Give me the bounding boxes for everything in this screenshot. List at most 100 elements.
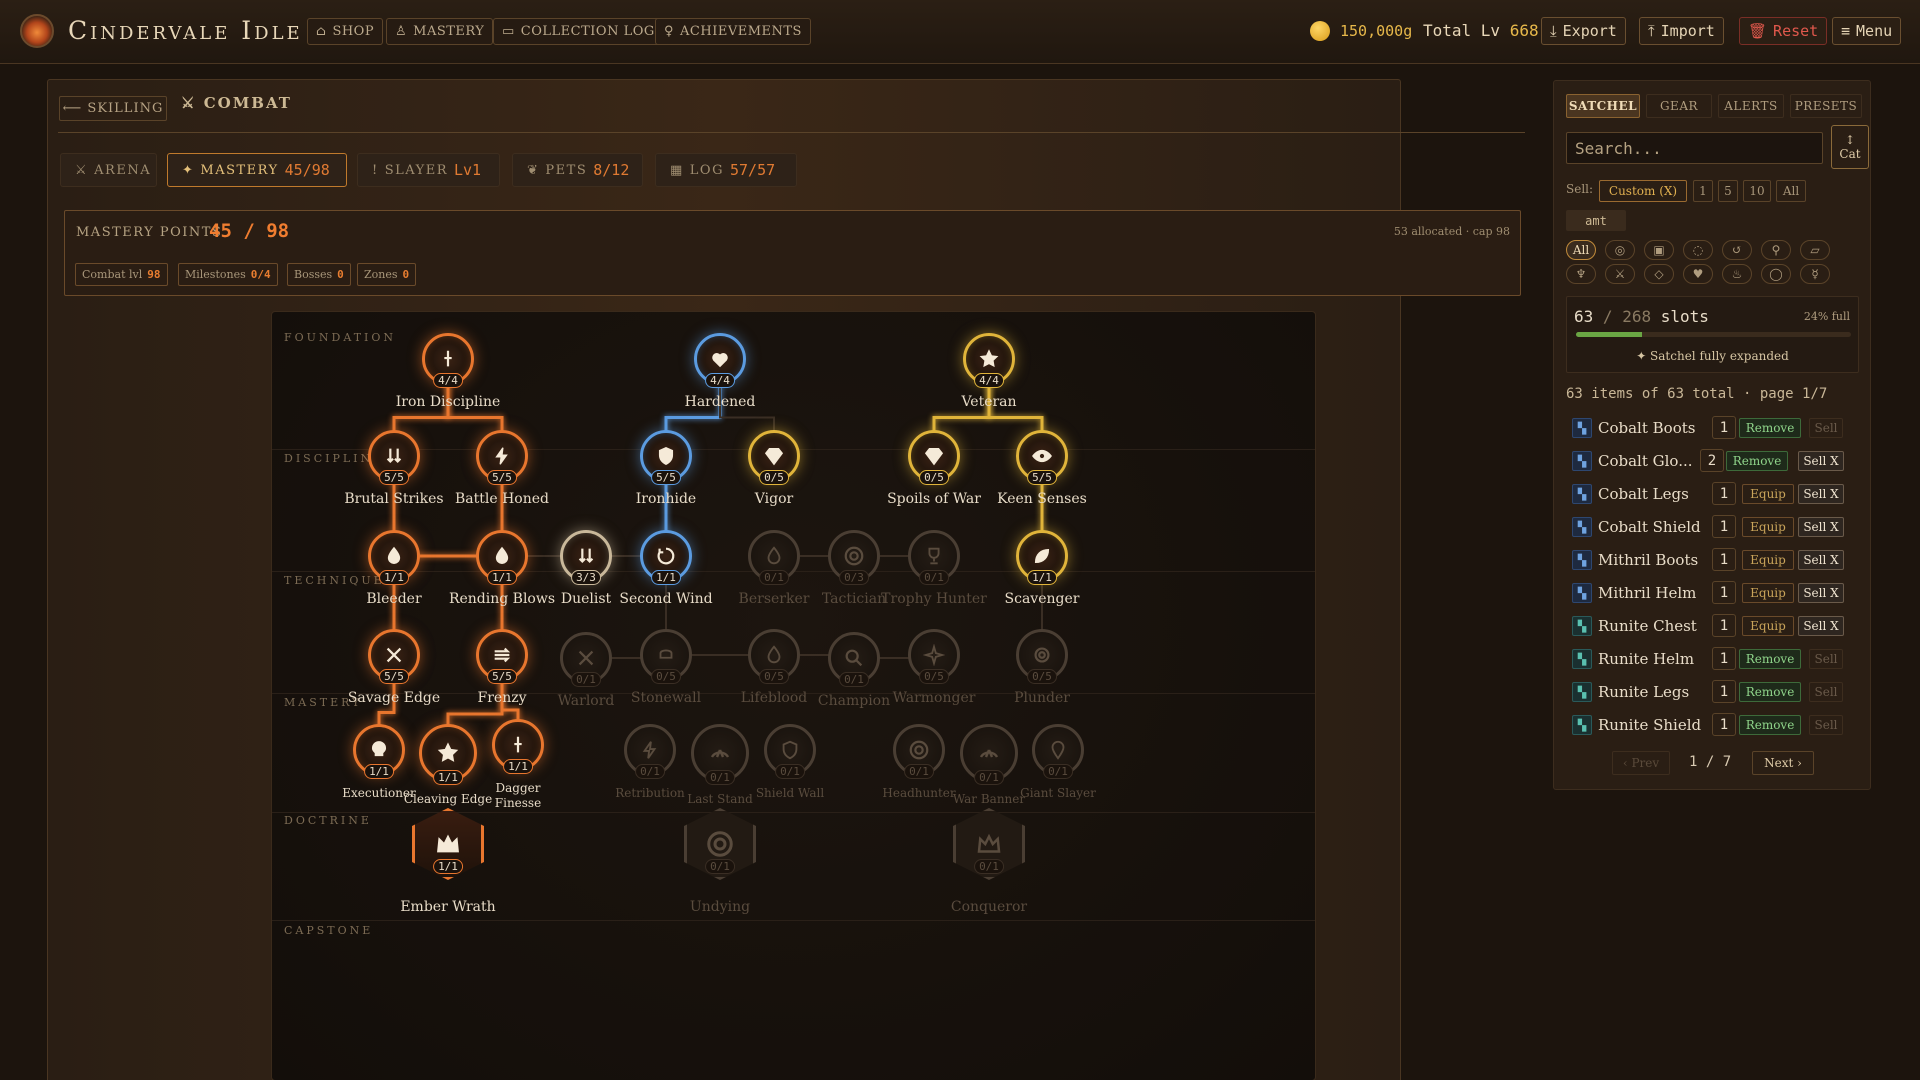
sell-all-button[interactable]: All <box>1776 180 1806 202</box>
skill-node-battle-honed[interactable]: 5/5 <box>476 430 528 485</box>
export-button[interactable]: ⤓ Export <box>1541 17 1626 45</box>
skill-node-hardened[interactable]: 4/4 <box>694 333 746 388</box>
amount-input[interactable]: amt <box>1566 210 1626 231</box>
filter-all-button[interactable]: All <box>1566 240 1596 260</box>
skill-node-dagger-finesse[interactable]: 1/1 <box>492 719 544 774</box>
skill-node-executioner[interactable]: 1/1 <box>353 724 405 779</box>
skill-node-rending-blows[interactable]: 1/1 <box>476 530 528 585</box>
filter-orb-icon[interactable]: ◌ <box>1683 240 1713 260</box>
skill-node-vigor[interactable]: 0/5 <box>748 430 800 485</box>
filter-fire-icon[interactable]: ♨ <box>1722 264 1752 284</box>
equip-item-button[interactable]: Equip <box>1742 550 1794 570</box>
skill-node-warmonger[interactable]: 0/5 <box>908 629 960 684</box>
sell-button[interactable]: Sell <box>1809 649 1843 669</box>
filter-scroll-icon[interactable]: ▱ <box>1800 240 1830 260</box>
sell-x-button[interactable]: Sell X <box>1798 484 1844 504</box>
filter-cycle-icon[interactable]: ↺ <box>1722 240 1752 260</box>
equip-item-button[interactable]: Equip <box>1742 517 1794 537</box>
filter-ring-icon[interactable]: ◎ <box>1605 240 1635 260</box>
skill-node-last-stand[interactable]: 0/1 <box>691 724 749 785</box>
remove-item-button[interactable]: Remove <box>1739 715 1801 735</box>
skill-node-ironhide[interactable]: 5/5 <box>640 430 692 485</box>
nav-collection-log-button[interactable]: ▭ COLLECTION LOG <box>493 18 664 45</box>
tab-alerts[interactable]: ALERTS <box>1718 94 1784 118</box>
skill-node-spoils-of-war[interactable]: 0/5 <box>908 430 960 485</box>
filter-weapon-icon[interactable]: ⚔ <box>1605 264 1635 284</box>
sell-x-button[interactable]: Sell X <box>1798 550 1844 570</box>
equip-item-button[interactable]: Equip <box>1742 616 1794 636</box>
remove-item-button[interactable]: Remove <box>1739 682 1801 702</box>
tab-gear[interactable]: GEAR <box>1646 94 1712 118</box>
menu-button[interactable]: ≡ Menu <box>1832 17 1902 45</box>
skill-node-savage-edge[interactable]: 5/5 <box>368 629 420 684</box>
prev-page-button[interactable]: ‹ Prev <box>1612 751 1670 775</box>
tab-arena[interactable]: ⚔ ARENA <box>60 153 157 187</box>
sell-1-button[interactable]: 1 <box>1693 180 1713 202</box>
satchel-search-input[interactable] <box>1566 132 1823 164</box>
filter-bag-icon[interactable]: ◯ <box>1761 264 1791 284</box>
skill-node-stonewall[interactable]: 0/5 <box>640 629 692 684</box>
skill-node-frenzy[interactable]: 5/5 <box>476 629 528 684</box>
skill-node-veteran[interactable]: 4/4 <box>963 333 1015 388</box>
import-button[interactable]: ⤒ Import <box>1639 17 1724 45</box>
skill-node-tactician[interactable]: 0/3 <box>828 530 880 585</box>
skill-node-cleaving-edge[interactable]: 1/1 <box>419 724 477 785</box>
skill-node-trophy-hunter[interactable]: 0/1 <box>908 530 960 585</box>
filter-heart-icon[interactable]: ♥ <box>1683 264 1713 284</box>
tab-satchel[interactable]: SATCHEL <box>1566 94 1640 118</box>
tab-pets[interactable]: ❦ PETS 8/12 <box>512 153 643 187</box>
skill-node-giant-slayer[interactable]: 0/1 <box>1032 724 1084 779</box>
skill-node-iron-discipline[interactable]: 4/4 <box>422 333 474 388</box>
skill-node-count: 1/1 <box>1027 570 1057 585</box>
sell-button[interactable]: Sell <box>1809 682 1843 702</box>
nav-mastery-button[interactable]: ♙ MASTERY <box>386 18 494 45</box>
tab-log[interactable]: ▦ LOG 57/57 <box>655 153 797 187</box>
sell-x-button[interactable]: Sell X <box>1798 451 1844 471</box>
category-sort-button[interactable]: ↕ Cat <box>1831 125 1869 169</box>
remove-item-button[interactable]: Remove <box>1739 649 1801 669</box>
filter-herb-icon[interactable]: ♆ <box>1566 264 1596 284</box>
sell-x-button[interactable]: Sell X <box>1798 517 1844 537</box>
nav-shop-button[interactable]: ⌂ SHOP <box>307 18 384 45</box>
sell-10-button[interactable]: 10 <box>1743 180 1771 202</box>
skill-node-plunder[interactable]: 0/5 <box>1016 629 1068 684</box>
remove-item-button[interactable]: Remove <box>1739 418 1801 438</box>
back-to-skilling-button[interactable]: ⟵ SKILLING <box>59 96 167 121</box>
skill-node-champion[interactable]: 0/1 <box>828 632 880 687</box>
filter-potion-icon[interactable]: ☿ <box>1800 264 1830 284</box>
sell-x-button[interactable]: Sell X <box>1798 583 1844 603</box>
skill-node-retribution[interactable]: 0/1 <box>624 724 676 779</box>
skill-node-count: 1/1 <box>503 759 533 774</box>
skill-node-shield-wall[interactable]: 0/1 <box>764 724 816 779</box>
next-page-button[interactable]: Next › <box>1752 751 1814 775</box>
item-name: Cobalt Legs <box>1598 485 1689 503</box>
tab-presets[interactable]: PRESETS <box>1790 94 1862 118</box>
sell-button[interactable]: Sell <box>1809 418 1843 438</box>
skill-node-scavenger[interactable]: 1/1 <box>1016 530 1068 585</box>
equip-item-button[interactable]: Equip <box>1742 484 1794 504</box>
remove-item-button[interactable]: Remove <box>1726 451 1788 471</box>
skill-node-war-banner[interactable]: 0/1 <box>960 724 1018 785</box>
skill-node-brutal-strikes[interactable]: 5/5 <box>368 430 420 485</box>
reset-button[interactable]: 🗑 Reset <box>1739 17 1828 45</box>
skill-node-warlord[interactable]: 0/1 <box>560 632 612 687</box>
skill-node-lifeblood[interactable]: 0/5 <box>748 629 800 684</box>
skill-node-duelist[interactable]: 3/3 <box>560 530 612 585</box>
skill-node-bleeder[interactable]: 1/1 <box>368 530 420 585</box>
sell-button[interactable]: Sell <box>1809 715 1843 735</box>
sell-x-button[interactable]: Sell X <box>1798 616 1844 636</box>
sell-custom-button[interactable]: Custom (X) <box>1599 180 1687 202</box>
skill-node-headhunter[interactable]: 0/1 <box>893 724 945 779</box>
skill-node-keen-senses[interactable]: 5/5 <box>1016 430 1068 485</box>
equip-item-button[interactable]: Equip <box>1742 583 1794 603</box>
filter-gem-icon[interactable]: ◇ <box>1644 264 1674 284</box>
nav-achievements-button[interactable]: ♀ ACHIEVEMENTS <box>655 18 811 45</box>
filter-chest-icon[interactable]: ▣ <box>1644 240 1674 260</box>
tab-slayer[interactable]: ! SLAYER Lv1 <box>357 153 500 187</box>
paw-icon: ❦ <box>527 162 540 178</box>
skill-node-berserker[interactable]: 0/1 <box>748 530 800 585</box>
sell-5-button[interactable]: 5 <box>1718 180 1738 202</box>
skill-node-second-wind[interactable]: 1/1 <box>640 530 692 585</box>
filter-key-icon[interactable]: ⚲ <box>1761 240 1791 260</box>
tab-mastery[interactable]: ✦ MASTERY 45/98 <box>167 153 347 187</box>
